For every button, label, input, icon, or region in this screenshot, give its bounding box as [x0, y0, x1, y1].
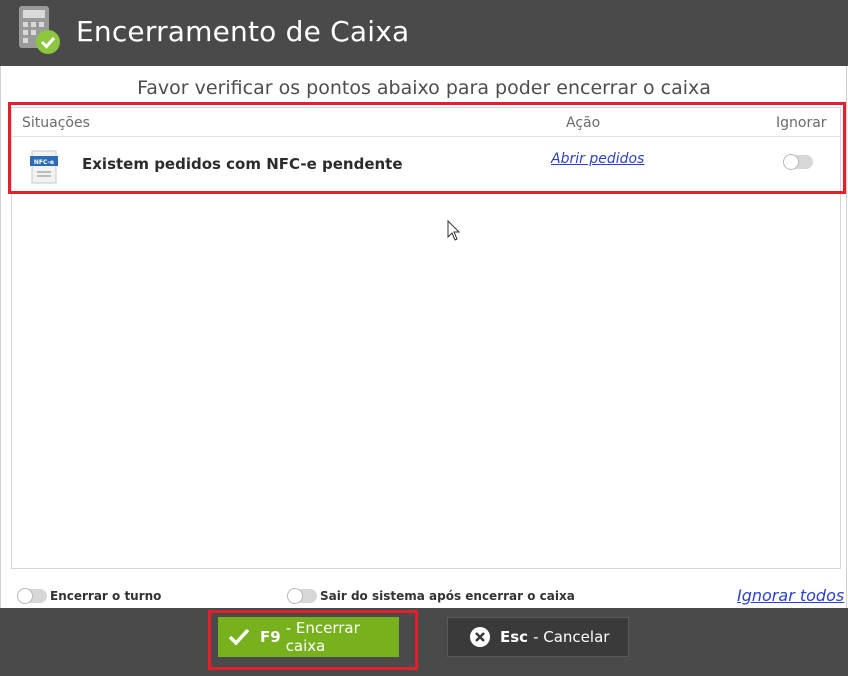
ignore-all-link[interactable]: Ignorar todos — [737, 586, 844, 605]
column-header-action: Ação — [566, 115, 601, 131]
column-header-situations: Situações — [22, 115, 90, 131]
ignore-toggle[interactable] — [783, 154, 813, 170]
window-title: Encerramento de Caixa — [76, 15, 410, 48]
left-border — [0, 66, 1, 608]
end-shift-label: Encerrar o turno — [50, 589, 162, 603]
open-orders-link[interactable]: Abrir pedidos — [551, 151, 644, 167]
calculator-check-icon — [19, 6, 60, 54]
close-register-button[interactable]: F9 - Encerrar caixa — [218, 617, 399, 657]
table-header: Situações Ação Ignorar — [12, 108, 840, 137]
right-border — [846, 66, 847, 608]
cancel-key: Esc — [500, 628, 529, 646]
instructions-text: Favor verificar os pontos abaixo para po… — [137, 77, 711, 99]
ignore-toggle-knob — [783, 154, 799, 170]
end-shift-toggle-knob — [17, 588, 33, 604]
exit-system-toggle[interactable] — [287, 588, 317, 604]
close-register-key: F9 — [260, 628, 281, 646]
close-circle-icon — [470, 627, 490, 647]
footer-bar — [0, 608, 848, 676]
column-header-ignore: Ignorar — [776, 115, 827, 131]
exit-system-label: Sair do sistema após encerrar o caixa — [320, 589, 575, 603]
cancel-button[interactable]: Esc - Cancelar — [447, 617, 629, 657]
situation-text: Existem pedidos com NFC-e pendente — [82, 155, 403, 173]
exit-system-toggle-knob — [287, 588, 303, 604]
cancel-label: - Cancelar — [533, 628, 610, 646]
nfce-icon-label: NFC-e — [34, 159, 54, 166]
end-shift-toggle[interactable] — [17, 588, 47, 604]
close-register-label: - Encerrar caixa — [285, 619, 360, 655]
check-icon — [228, 628, 250, 646]
title-bar: Encerramento de Caixa — [0, 0, 848, 66]
situations-table: Situações Ação Ignorar NFC-e Existem ped… — [11, 107, 841, 569]
nfce-document-icon: NFC-e — [30, 150, 58, 184]
mouse-cursor-icon — [447, 220, 461, 241]
